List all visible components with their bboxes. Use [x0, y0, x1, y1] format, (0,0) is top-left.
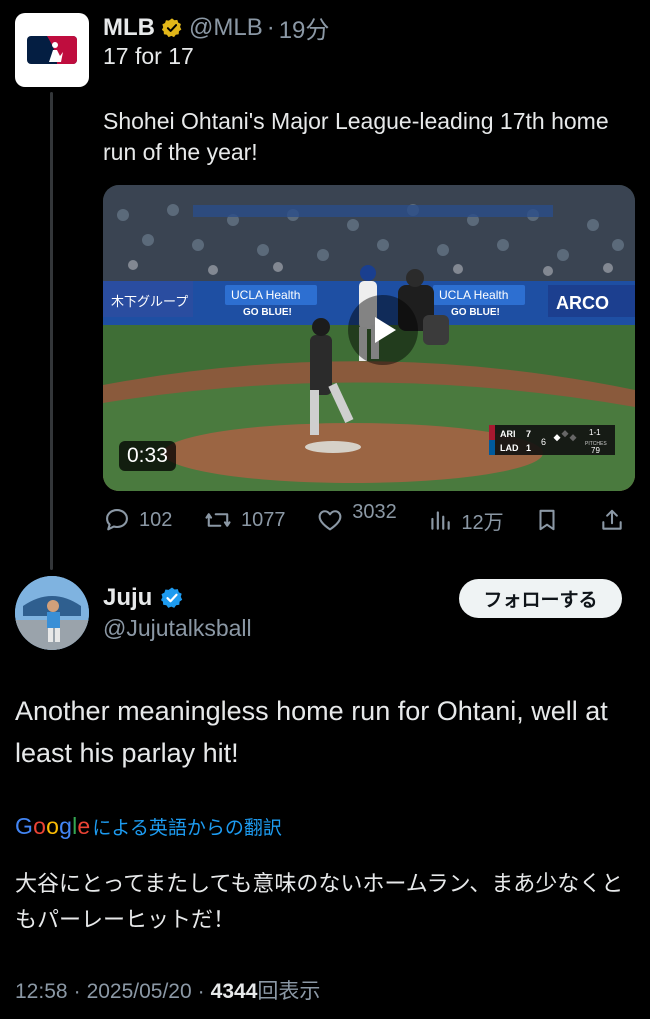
reply-action[interactable]: 102 [103, 506, 172, 534]
parent-tweet[interactable]: MLB @MLB · 19分 17 for 17 Shohei Ohtani's… [0, 0, 650, 560]
reply-icon [106, 509, 128, 531]
post-meta: 12:58 · 2025/05/20 · 4344 回表示 [15, 975, 320, 1005]
repost-count: 1077 [241, 508, 286, 531]
translation-label: による英語からの翻訳 [92, 818, 282, 839]
play-icon [375, 317, 396, 343]
parent-header: MLB @MLB · 19分 [103, 10, 329, 45]
avatar-photo [15, 576, 89, 650]
author-handle[interactable]: @MLB [189, 14, 263, 42]
meta-sep2: · [197, 980, 205, 1003]
score-home-team: LAD [500, 443, 519, 453]
like-count: 3032 [352, 501, 397, 523]
scorebug: ARI 7 LAD 1 6 1-1 PITCHES 79 [489, 425, 615, 455]
score-away-runs: 7 [526, 429, 531, 439]
views-count: 12万 [461, 511, 504, 534]
separator-dot: · [266, 13, 275, 41]
reply-author-name[interactable]: Juju [103, 584, 152, 612]
author-name[interactable]: MLB [103, 14, 155, 42]
views-action[interactable]: 12万 [427, 506, 504, 535]
post-date[interactable]: 2025/05/20 [87, 980, 192, 1004]
reply-text: Another meaningless home run for Ohtani,… [15, 696, 608, 768]
reply-count: 102 [139, 508, 173, 531]
view-label: 回表示 [257, 980, 321, 1003]
banner-ucla2-sub: GO BLUE! [451, 307, 500, 318]
action-bar: 102 1077 3032 12万 [103, 500, 633, 540]
like-icon [318, 510, 342, 531]
score-inning: 6 [541, 437, 546, 447]
translation-link[interactable]: Google による英語からの翻訳 [15, 813, 282, 840]
play-button[interactable] [348, 295, 418, 365]
share-action[interactable] [599, 506, 633, 534]
verified-blue-icon [161, 587, 183, 608]
mlb-avatar[interactable] [15, 13, 89, 87]
video-duration: 0:33 [119, 441, 176, 471]
post-time-meta[interactable]: 12:58 [15, 980, 68, 1004]
reply-author-handle[interactable]: @Jujutalksball [103, 615, 252, 642]
verified-gold-icon [161, 17, 182, 37]
tweet-line1: 17 for 17 [103, 43, 194, 69]
banner-ucla2: UCLA Health [439, 288, 508, 302]
banner-right: ARCO [556, 293, 609, 313]
meta-sep1: · [73, 980, 81, 1003]
bookmark-icon [539, 509, 555, 531]
like-action[interactable]: 3032 [316, 501, 397, 534]
score-pitches: 79 [591, 446, 600, 455]
score-away-team: ARI [500, 429, 516, 439]
banner-left-text: 木下グループ [111, 295, 188, 310]
share-icon [602, 509, 622, 530]
translated-text: 大谷にとってまたしても意味のないホームラン、まあ少なくともパーレーヒットだ！ [15, 871, 624, 932]
avatar[interactable] [15, 576, 89, 650]
follow-button[interactable]: フォローする [459, 579, 622, 618]
repost-icon [205, 513, 231, 527]
banner-ucla1-sub: GO BLUE! [243, 307, 292, 318]
banner-ucla1: UCLA Health [231, 288, 300, 302]
tweet-body: Shohei Ohtani's Major League-leading 17t… [103, 108, 609, 165]
repost-action[interactable]: 1077 [203, 506, 286, 534]
video-player[interactable]: 木下グループ UCLA Health GO BLUE! UCLA Health … [103, 185, 635, 491]
score-home-runs: 1 [526, 443, 531, 453]
views-icon [431, 511, 451, 530]
post-time[interactable]: 19分 [279, 10, 330, 45]
reply-author-row: Juju [103, 584, 184, 612]
google-logo: Google [15, 813, 91, 839]
mlb-logo [27, 36, 77, 64]
bookmark-action[interactable] [534, 506, 568, 534]
view-count: 4344 [210, 980, 258, 1003]
score-count: 1-1 [589, 428, 601, 437]
